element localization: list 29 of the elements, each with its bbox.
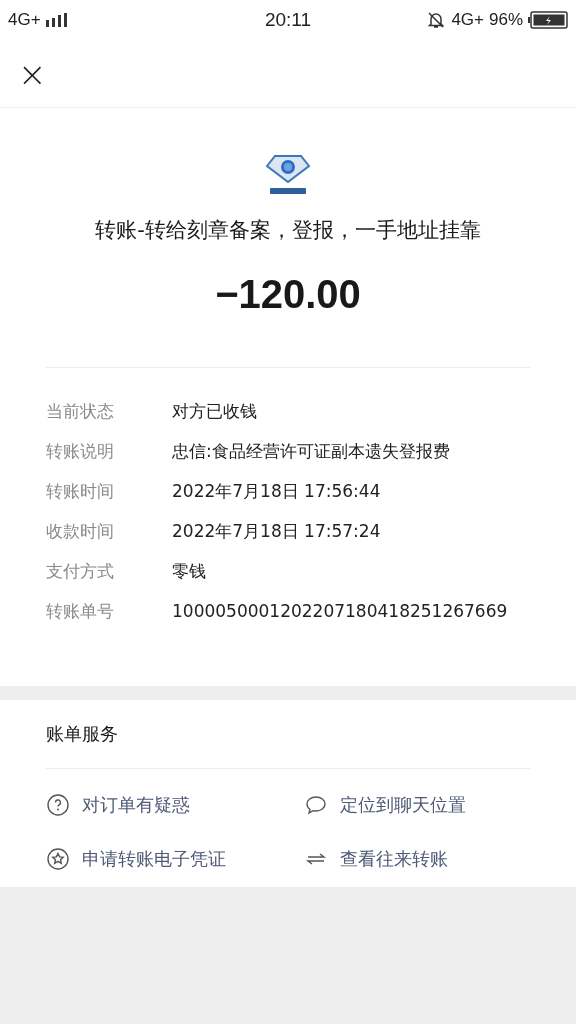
service-link[interactable]: 申请转账电子凭证 [46,847,304,871]
detail-label: 转账单号 [46,600,115,622]
detail-label: 转账时间 [46,480,115,502]
detail-value: 2022年7月18日 17:57:24 [172,520,381,542]
network-label: 4G+ [8,10,41,30]
battery-percent: 96% [489,10,523,30]
signal-icon [45,13,68,27]
service-link[interactable]: 对订单有疑惑 [46,793,304,817]
amount: −120.00 [214,272,362,317]
network-label: 4G+ [451,10,484,30]
detail-value: 2022年7月18日 17:56:44 [172,480,381,502]
detail-label: 转账说明 [46,440,115,462]
battery-icon [528,11,568,29]
detail-label: 收款时间 [46,520,115,542]
service-link[interactable]: 查看往来转账 [304,847,530,871]
transfer-title: 转账-转给刻章备案，登报，一手地址挂靠 [94,217,482,244]
speech-bubble-icon [304,793,328,817]
section-title: 账单服务 [46,722,530,769]
muted-bell-icon [426,10,447,30]
detail-label: 支付方式 [46,560,115,582]
close-button[interactable]: × [16,56,49,91]
detail-value: 零钱 [172,560,206,582]
detail-value: 1000050001202207180418251267669 [172,600,508,622]
detail-label: 当前状态 [46,400,115,422]
help-icon [46,793,70,817]
clock: 20:11 [264,9,312,31]
detail-value: 对方已收钱 [172,400,257,422]
detail-value: 忠信:食品经营许可证副本遗失登报费 [172,440,450,462]
service-link[interactable]: 定位到聊天位置 [304,793,530,817]
